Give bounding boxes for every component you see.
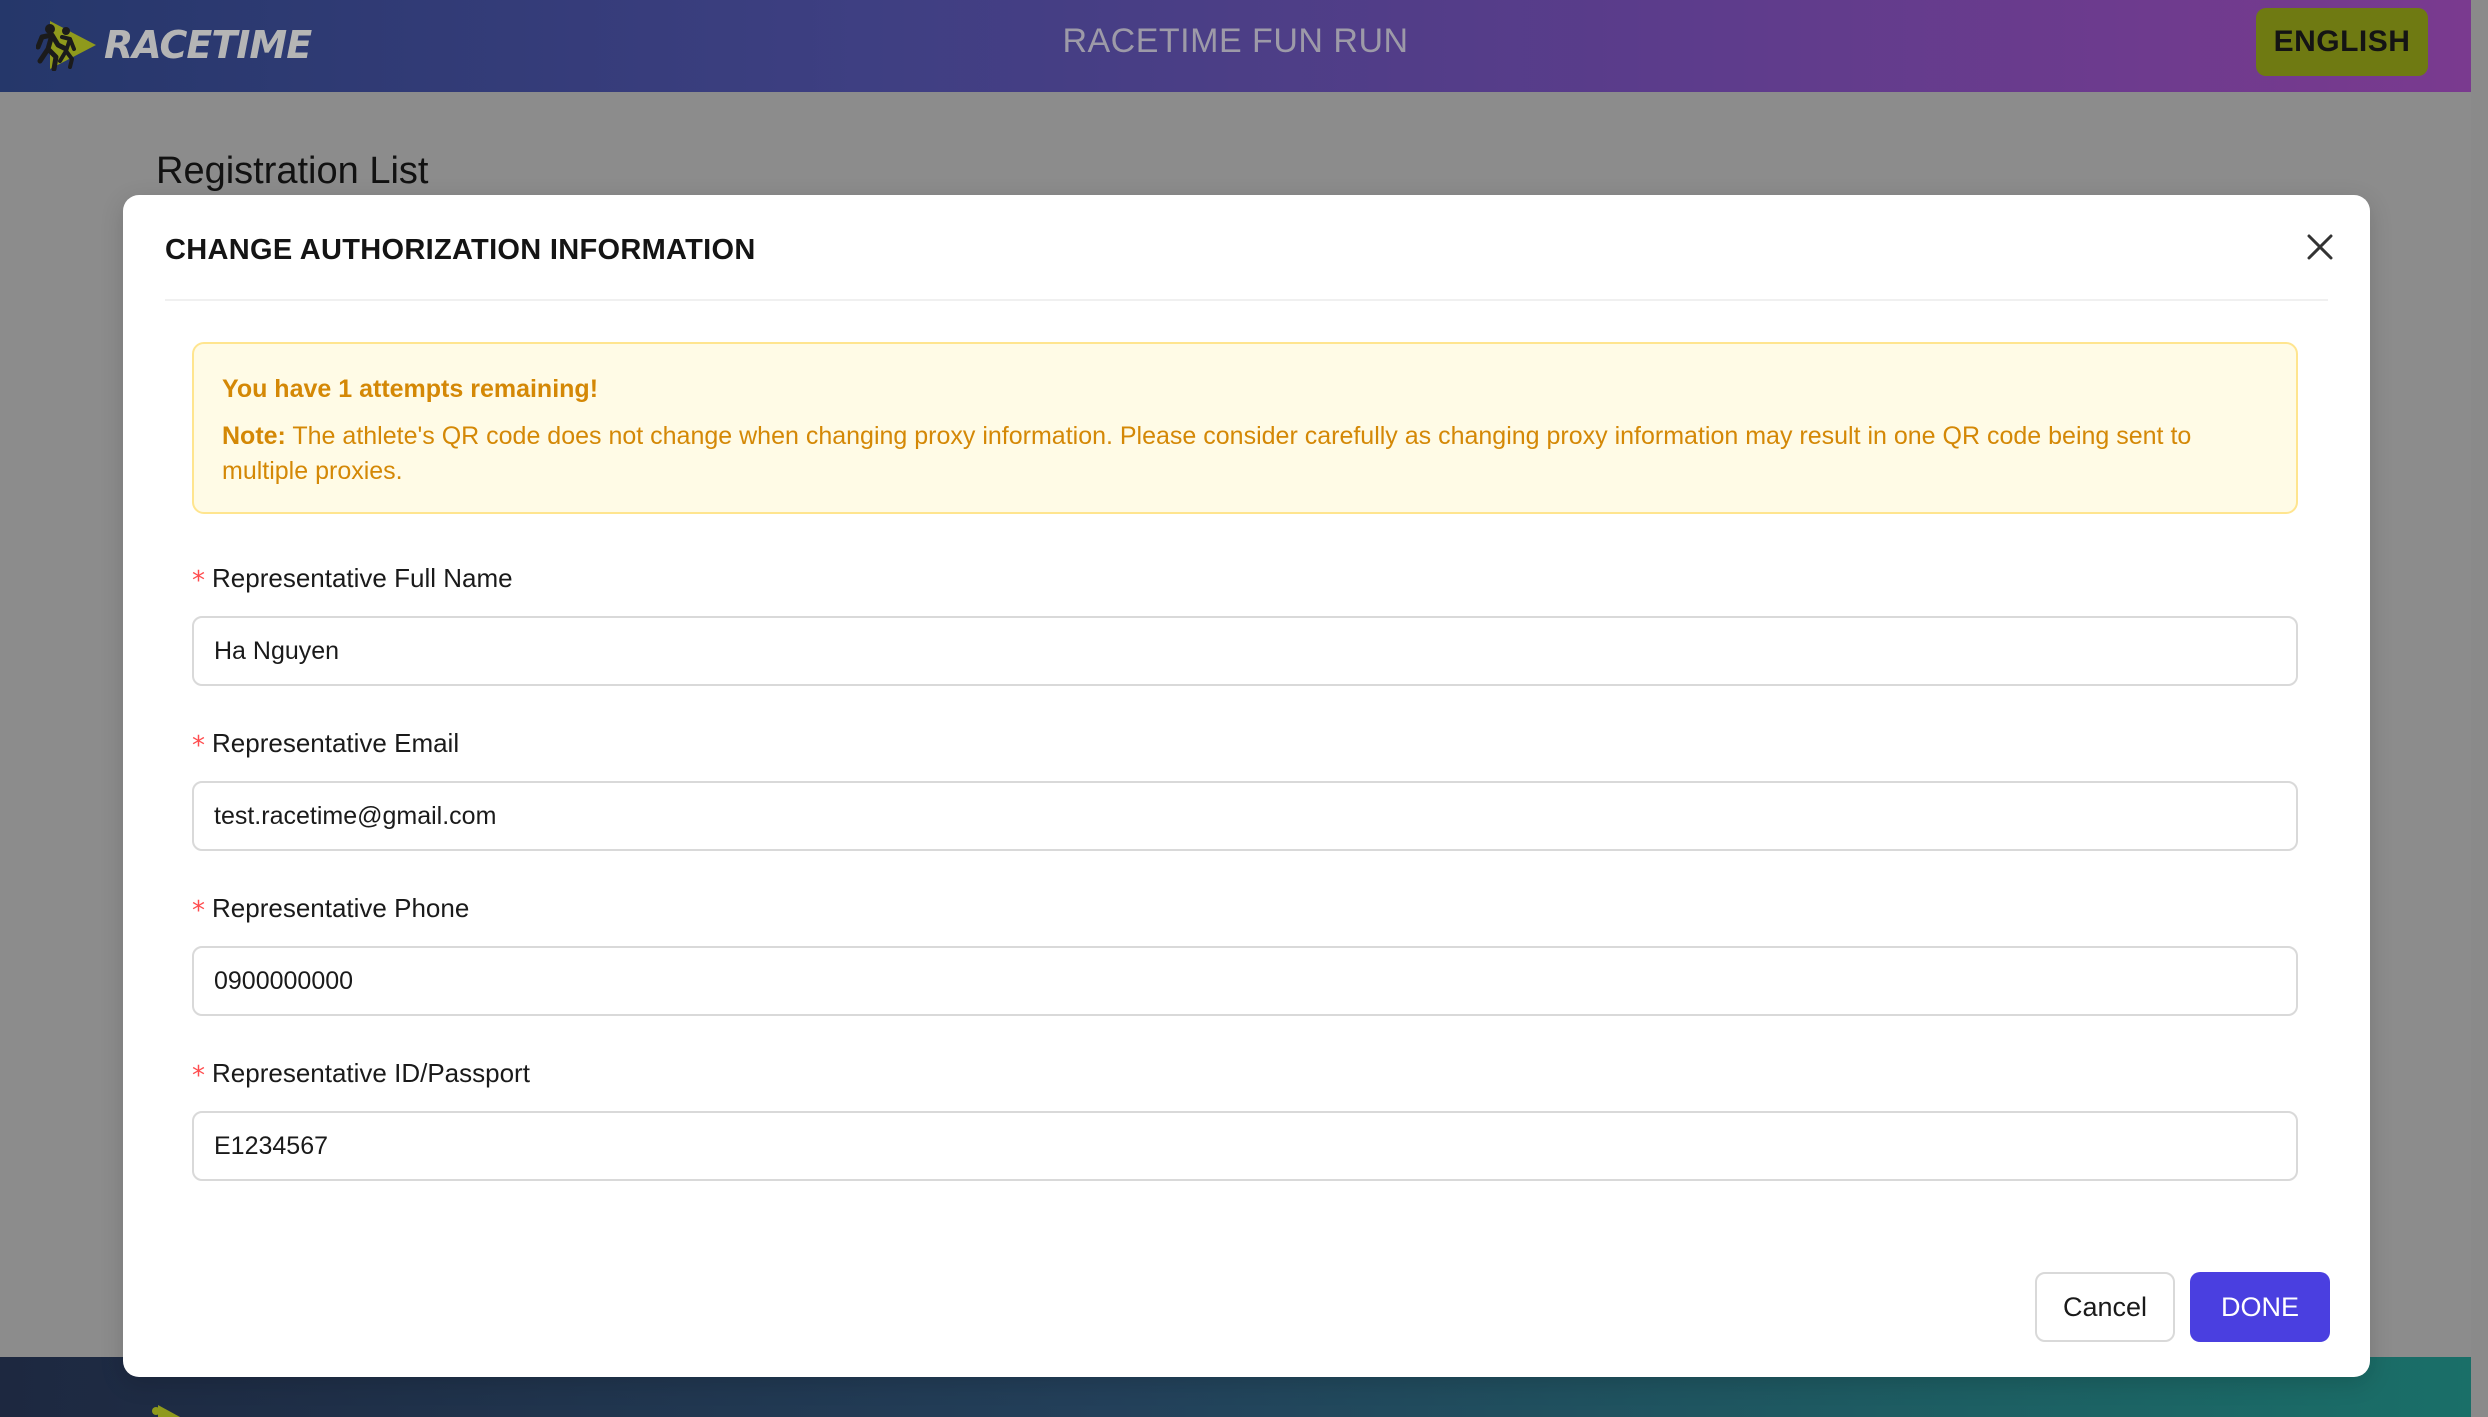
field-label: * Representative Phone xyxy=(192,888,2298,928)
note-text: The athlete's QR code does not change wh… xyxy=(222,422,2192,485)
phone-field: * Representative Phone xyxy=(192,888,2298,1016)
done-button[interactable]: DONE xyxy=(2190,1272,2330,1342)
language-button[interactable]: ENGLISH xyxy=(2256,8,2428,76)
field-label: * Representative ID/Passport xyxy=(192,1053,2298,1093)
id-passport-field: * Representative ID/Passport xyxy=(192,1053,2298,1181)
email-input[interactable] xyxy=(192,781,2298,851)
email-field: * Representative Email xyxy=(192,723,2298,851)
phone-label: Representative Phone xyxy=(212,892,470,923)
note-label: Note: xyxy=(222,422,286,450)
scrollbar-gutter xyxy=(2471,0,2488,1417)
required-mark: * xyxy=(192,731,205,761)
app-header: RACETIME RACETIME FUN RUN ENGLISH xyxy=(0,0,2471,92)
page-title: Registration List xyxy=(156,150,429,192)
alert-note: Note: The athlete's QR code does not cha… xyxy=(222,419,2268,489)
cancel-button[interactable]: Cancel xyxy=(2035,1272,2175,1342)
full-name-field: * Representative Full Name xyxy=(192,558,2298,686)
modal-divider xyxy=(165,299,2328,301)
required-mark: * xyxy=(192,1061,205,1091)
attempts-remaining-text: You have 1 attempts remaining! xyxy=(222,375,599,403)
phone-input[interactable] xyxy=(192,946,2298,1016)
event-title: RACETIME FUN RUN xyxy=(1062,22,1409,60)
footer-logo-icon xyxy=(152,1405,180,1417)
modal-title: CHANGE AUTHORIZATION INFORMATION xyxy=(165,234,756,266)
full-name-label: Representative Full Name xyxy=(212,562,513,593)
id-passport-label: Representative ID/Passport xyxy=(212,1057,530,1088)
change-authorization-modal: CHANGE AUTHORIZATION INFORMATION You hav… xyxy=(123,195,2370,1377)
field-label: * Representative Full Name xyxy=(192,558,2298,598)
email-label: Representative Email xyxy=(212,727,460,758)
field-label: * Representative Email xyxy=(192,723,2298,763)
close-icon[interactable] xyxy=(2300,227,2340,267)
required-mark: * xyxy=(192,566,205,596)
full-name-input[interactable] xyxy=(192,616,2298,686)
required-mark: * xyxy=(192,896,205,926)
warning-alert: You have 1 attempts remaining! Note: The… xyxy=(192,342,2298,514)
id-passport-input[interactable] xyxy=(192,1111,2298,1181)
